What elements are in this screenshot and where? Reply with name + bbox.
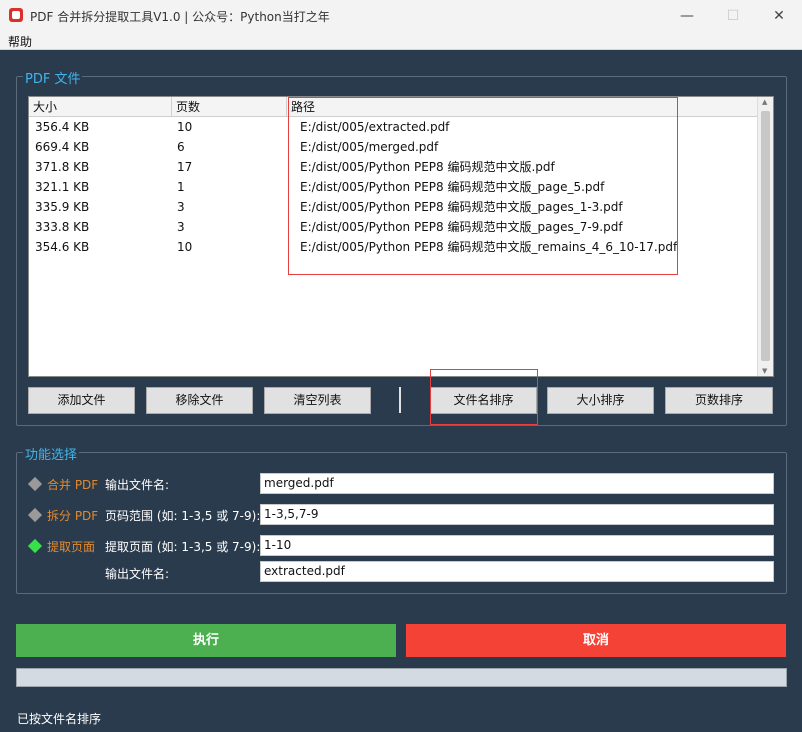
menu-bar: 帮助: [0, 31, 802, 50]
merge-radio-label[interactable]: 合并 PDF: [47, 476, 98, 493]
cell-pages: 3: [177, 200, 185, 214]
window-titlebar: PDF 合并拆分提取工具V1.0 | 公众号：Python当打之年 — ☐ ✕: [0, 0, 802, 31]
window-title: PDF 合并拆分提取工具V1.0 | 公众号：Python当打之年: [30, 10, 330, 24]
app-pdf-icon: [9, 8, 23, 22]
pdf-files-group-title: PDF 文件: [23, 68, 83, 87]
column-header-pages[interactable]: 页数: [172, 97, 287, 117]
cell-pages: 10: [177, 120, 193, 134]
merge-output-label: 输出文件名:: [105, 478, 170, 492]
cell-size: 321.1 KB: [35, 180, 90, 194]
cell-pages: 6: [177, 140, 185, 154]
highlight-sort-button: [430, 369, 538, 425]
close-button[interactable]: ✕: [756, 0, 802, 31]
split-range-input[interactable]: 1-3,5,7-9: [260, 504, 774, 525]
extract-pages-label: 提取页面 (如: 1-3,5 或 7-9):: [105, 540, 261, 554]
merge-output-input[interactable]: merged.pdf: [260, 473, 774, 494]
extract-pages-input[interactable]: 1-10: [260, 535, 774, 556]
scrollbar-thumb[interactable]: [761, 111, 770, 361]
list-scrollbar[interactable]: ▲ ▼: [757, 97, 773, 376]
cell-pages: 10: [177, 240, 193, 254]
scroll-down-icon[interactable]: ▼: [762, 367, 767, 375]
cell-pages: 3: [177, 220, 185, 234]
add-file-button[interactable]: 添加文件: [28, 387, 135, 414]
split-radio-label[interactable]: 拆分 PDF: [47, 507, 98, 524]
menu-help[interactable]: 帮助: [8, 33, 32, 50]
column-header-size[interactable]: 大小: [29, 97, 172, 117]
maximize-button[interactable]: ☐: [710, 0, 756, 31]
function-group-title: 功能选择: [23, 444, 80, 463]
button-separator: [399, 387, 401, 413]
cancel-button[interactable]: 取消: [406, 624, 786, 657]
split-range-label: 页码范围 (如: 1-3,5 或 7-9):: [105, 509, 261, 523]
cell-size: 354.6 KB: [35, 240, 90, 254]
status-text: 已按文件名排序: [17, 712, 102, 726]
highlight-path-column: [288, 97, 678, 275]
cell-size: 669.4 KB: [35, 140, 90, 154]
cell-size: 333.8 KB: [35, 220, 90, 234]
cell-pages: 1: [177, 180, 185, 194]
remove-file-button[interactable]: 移除文件: [146, 387, 253, 414]
clear-list-button[interactable]: 清空列表: [264, 387, 371, 414]
extract-output-label: 输出文件名:: [105, 567, 170, 581]
extract-output-input[interactable]: extracted.pdf: [260, 561, 774, 582]
cell-size: 371.8 KB: [35, 160, 90, 174]
minimize-button[interactable]: —: [664, 0, 710, 31]
cell-size: 356.4 KB: [35, 120, 90, 134]
scroll-up-icon[interactable]: ▲: [762, 98, 767, 106]
extract-radio-label[interactable]: 提取页面: [47, 538, 95, 555]
execute-button[interactable]: 执行: [16, 624, 396, 657]
sort-by-pages-button[interactable]: 页数排序: [665, 387, 773, 414]
cell-size: 335.9 KB: [35, 200, 90, 214]
sort-by-size-button[interactable]: 大小排序: [547, 387, 654, 414]
progress-bar: [16, 668, 787, 687]
cell-pages: 17: [177, 160, 193, 174]
